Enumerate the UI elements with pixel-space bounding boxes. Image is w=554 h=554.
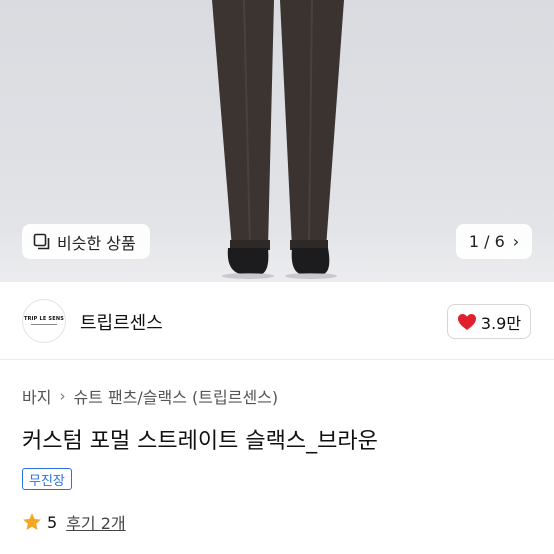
chevron-right-icon: › [512, 232, 520, 251]
brand-logo[interactable]: TRIP LE SENS [22, 299, 66, 343]
logo-divider [31, 324, 57, 325]
reviews-link[interactable]: 후기 2개 [66, 510, 125, 534]
rating-row: 5 후기 2개 [22, 510, 126, 534]
product-title: 커스텀 포멀 스트레이트 슬랙스_브라운 [22, 429, 378, 454]
chevron-right-icon: › [59, 387, 66, 405]
breadcrumb-item-slacks[interactable]: 슈트 팬츠/슬랙스 (트립르센스) [73, 384, 278, 408]
brand-name[interactable]: 트립르센스 [80, 309, 163, 335]
image-counter-button[interactable]: 1 / 6 › [456, 224, 532, 259]
rating-score: 5 [47, 512, 58, 532]
heart-icon [457, 313, 476, 330]
breadcrumb-item-pants[interactable]: 바지 [22, 384, 51, 408]
star-icon [23, 513, 41, 530]
right-shoe [291, 248, 330, 274]
similar-products-label: 비슷한 상품 [57, 233, 136, 253]
promo-badge: 무진장 [22, 468, 72, 490]
brand-logo-text: TRIP LE SENS [23, 316, 65, 322]
brand-row[interactable]: TRIP LE SENS 트립르센스 3.9만 [0, 282, 554, 360]
left-shoe [227, 248, 269, 274]
like-count: 3.9만 [480, 313, 522, 333]
image-counter-text: 1 / 6 [468, 232, 505, 251]
like-button[interactable]: 3.9만 [447, 304, 531, 339]
breadcrumb: 바지 › 슈트 팬츠/슬랙스 (트립르센스) [22, 384, 278, 408]
similar-items-icon [33, 233, 50, 250]
product-image[interactable]: 비슷한 상품 1 / 6 › [0, 0, 554, 282]
similar-products-button[interactable]: 비슷한 상품 [22, 224, 150, 259]
